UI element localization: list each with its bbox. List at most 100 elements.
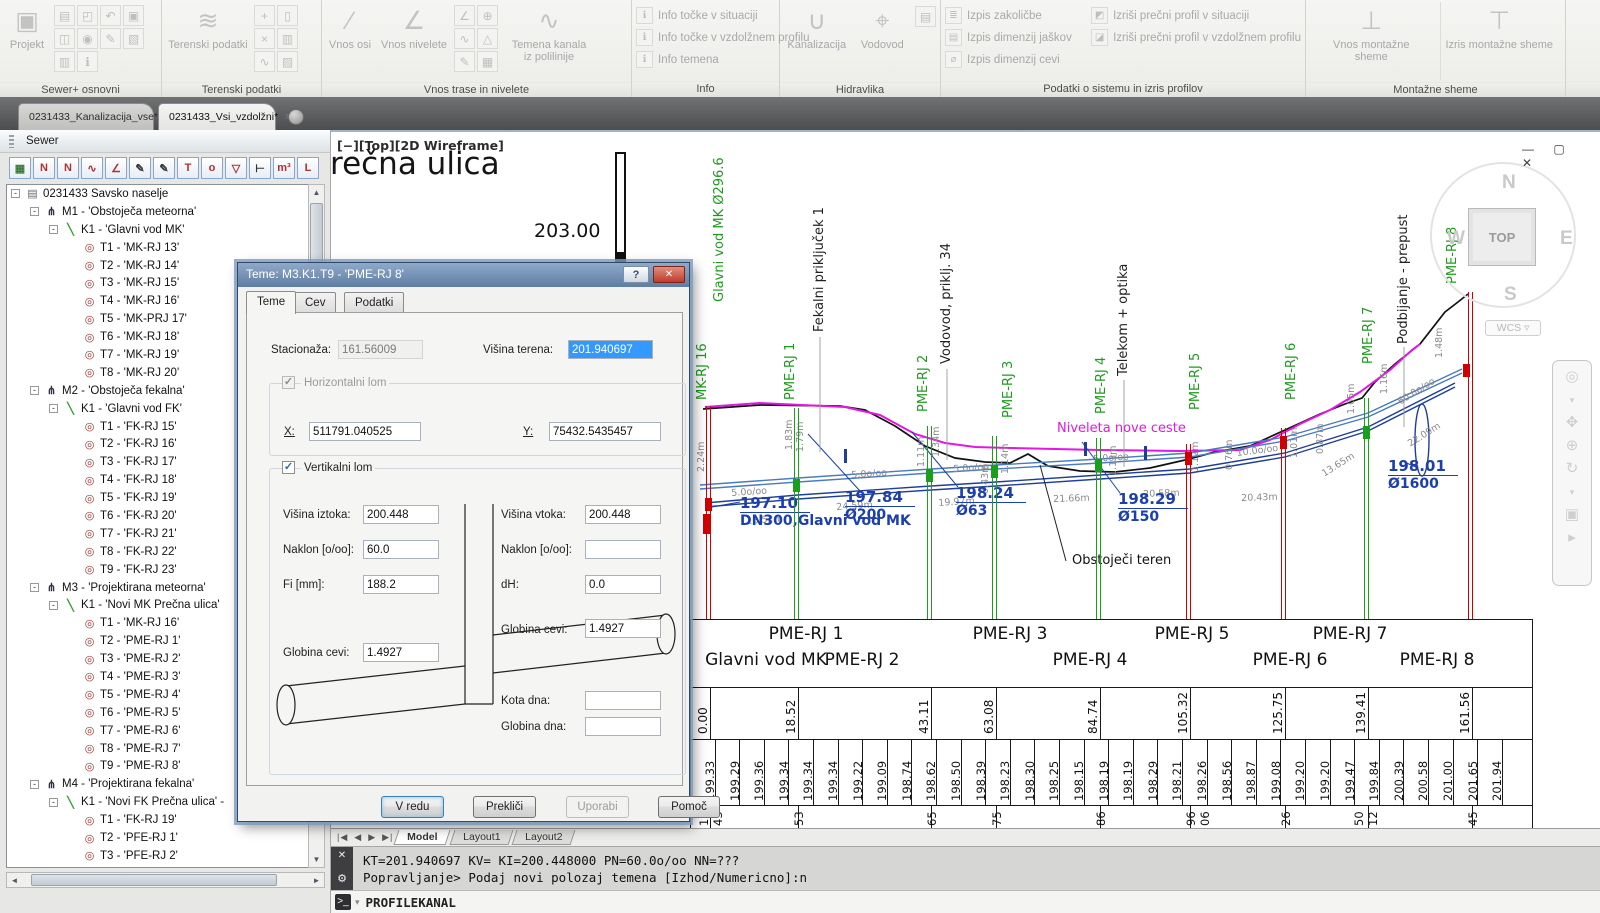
- scroll-left-icon[interactable]: ◄: [7, 873, 22, 888]
- palette-ruler-icon[interactable]: ⊢: [249, 157, 271, 179]
- steering-wheel-icon[interactable]: ◎: [1565, 369, 1578, 385]
- report-icon[interactable]: ▥: [54, 51, 75, 72]
- horizontalni-lom-checkbox[interactable]: ✓: [282, 376, 295, 389]
- orbit-icon[interactable]: ↻: [1566, 461, 1579, 477]
- tree-expand-box[interactable]: -: [49, 225, 58, 234]
- dialog-close-button[interactable]: ✕: [653, 266, 685, 283]
- viewcube-top-face[interactable]: TOP: [1468, 208, 1536, 266]
- axis-point-icon[interactable]: ⊕: [477, 5, 498, 26]
- doc-tab-kanalizacija[interactable]: 0231433_Kanalizacija_vse*: [18, 103, 154, 130]
- tree-item[interactable]: ◎ T1 - 'MK-RJ 13': [7, 239, 308, 257]
- new-tab-button[interactable]: [288, 109, 304, 125]
- layout-nav-icon[interactable]: ▶|: [382, 832, 393, 843]
- viewcube-north[interactable]: N: [1502, 172, 1516, 194]
- command-tools-icon[interactable]: ⚙: [331, 871, 353, 887]
- nav-expand-icon[interactable]: ▾: [1570, 392, 1575, 408]
- viewcube-south[interactable]: S: [1504, 284, 1517, 306]
- scroll-thumb-h[interactable]: [31, 874, 277, 886]
- terrain-table-icon[interactable]: ▥: [277, 28, 298, 49]
- globina-cevi-iztok-field[interactable]: [363, 643, 439, 662]
- palette-slope-icon[interactable]: o: [201, 157, 223, 179]
- license-icon[interactable]: ◉: [77, 28, 98, 49]
- palette-terrain-point-icon[interactable]: T: [177, 157, 199, 179]
- edit-axis-icon[interactable]: ∠: [454, 5, 475, 26]
- palette-grip[interactable]: [9, 135, 14, 148]
- polyline-icon[interactable]: ∿: [454, 28, 475, 49]
- level-point-icon[interactable]: △: [477, 28, 498, 49]
- zoom-icon[interactable]: ⊕: [1566, 438, 1579, 454]
- dialog-help-button[interactable]: ?: [623, 266, 649, 283]
- y-field[interactable]: [549, 422, 661, 441]
- layout-nav-icon[interactable]: ▶: [368, 832, 376, 843]
- tree-expand-box[interactable]: -: [11, 189, 20, 198]
- izpis-dimenzij-jaskov[interactable]: ▤Izpis dimenzij jaškov: [945, 27, 1087, 48]
- viewcube-west[interactable]: W: [1447, 228, 1465, 250]
- projekt-button[interactable]: ▣ Projekt: [4, 2, 50, 80]
- tab-layout2[interactable]: Layout2: [512, 830, 576, 845]
- terenski-podatki-button[interactable]: ≋ Terenski podatki: [166, 2, 250, 80]
- pan-icon[interactable]: ✥: [1566, 415, 1579, 431]
- tree-expand-box[interactable]: -: [49, 601, 58, 610]
- doc-tab-vsi-vzdolzni[interactable]: 0231433_Vsi_vzdolžni*✕: [158, 103, 276, 130]
- tree-expand-box[interactable]: -: [30, 207, 39, 216]
- layout-nav-icon[interactable]: |◀: [337, 832, 348, 843]
- vnos-osi-button[interactable]: ∕ Vnos osi: [326, 2, 374, 80]
- x-field[interactable]: [309, 422, 421, 441]
- viewport-window-controls[interactable]: — ▢ ✕: [1522, 142, 1600, 170]
- tree-expand-box[interactable]: -: [49, 798, 58, 807]
- showmotion-icon[interactable]: ▣: [1565, 507, 1579, 523]
- scroll-down-icon[interactable]: ▼: [309, 852, 324, 867]
- temena-kanala-button[interactable]: ∿ Temena kanala iz polilinije: [502, 2, 596, 80]
- izris-montazne-sheme-button[interactable]: ⊤ Izris montažne sheme: [1440, 2, 1558, 80]
- command-input-text[interactable]: PROFILEKANAL: [366, 895, 456, 910]
- tree-expand-box[interactable]: -: [30, 583, 39, 592]
- command-close-icon[interactable]: ✕: [331, 849, 353, 863]
- wcs-dropdown[interactable]: WCS ▿: [1485, 320, 1541, 336]
- tab-layout1[interactable]: Layout1: [449, 830, 513, 845]
- vnos-nivelete-button[interactable]: ∠ Vnos nivelete: [378, 2, 450, 80]
- izpis-zakolicbe[interactable]: ≣Izpis zakoličbe: [945, 5, 1087, 26]
- palette-manhole-icon[interactable]: ▽: [225, 157, 247, 179]
- tab-model[interactable]: Model: [394, 830, 451, 845]
- new-drawing-icon[interactable]: ▤: [54, 5, 75, 26]
- izrisi-precni-profil-v-vzdolznem-profilu[interactable]: ◪Izriši prečni profil v vzdolžnem profil…: [1091, 27, 1301, 48]
- palette-node-line-icon[interactable]: N: [57, 157, 79, 179]
- save-project-icon[interactable]: ◫: [54, 28, 75, 49]
- vertikalni-lom-checkbox[interactable]: ✓: [282, 461, 295, 474]
- tab-podatki-teme-objekt[interactable]: Podatki teme objekt: [344, 292, 404, 313]
- terrain-line-icon[interactable]: ∿: [254, 51, 275, 72]
- command-dropdown-icon[interactable]: ▾: [355, 897, 360, 908]
- terrain-grid-icon[interactable]: ▨: [277, 51, 298, 72]
- command-input-row[interactable]: >_ ▾ PROFILEKANAL: [331, 890, 1600, 913]
- tab-cev[interactable]: Cev: [294, 292, 336, 313]
- tree-item[interactable]: ◎ T3 - 'PFE-RJ 2': [7, 847, 308, 865]
- ok-button[interactable]: V redu: [381, 796, 444, 818]
- edit-level-icon[interactable]: ✎: [454, 51, 475, 72]
- nav-expand2-icon[interactable]: ▾: [1570, 484, 1575, 500]
- palette-volume-icon[interactable]: m³: [273, 157, 295, 179]
- tree-horizontal-scrollbar[interactable]: ◄ ►: [6, 872, 325, 888]
- izrisi-precni-profil-v-situaciji[interactable]: ◩Izriši prečni profil v situaciji: [1091, 5, 1301, 26]
- tree-item[interactable]: - ╲ K1 - 'Glavni vod MK': [7, 221, 308, 239]
- palette-title[interactable]: Sewer: [0, 130, 330, 153]
- palette-node-table-icon[interactable]: N: [33, 157, 55, 179]
- edit-project-icon[interactable]: ✎: [100, 28, 121, 49]
- tree-expand-box[interactable]: -: [49, 404, 58, 413]
- palette-profile-icon[interactable]: ∠: [105, 157, 127, 179]
- add-terrain-point-icon[interactable]: +: [254, 5, 275, 26]
- viewcube-east[interactable]: E: [1560, 228, 1573, 250]
- palette-edit-route-icon[interactable]: ✎: [129, 157, 151, 179]
- about-icon[interactable]: ℹ: [77, 51, 98, 72]
- fi-field[interactable]: [363, 575, 439, 594]
- undo-icon[interactable]: ↶: [100, 5, 121, 26]
- scroll-up-icon[interactable]: ▲: [309, 185, 324, 200]
- help-button[interactable]: Pomoč: [658, 796, 720, 818]
- visina-iztoka-field[interactable]: [363, 505, 439, 524]
- scroll-thumb[interactable]: [310, 203, 323, 263]
- catalog-icon[interactable]: ▧: [123, 28, 144, 49]
- dialog-title[interactable]: Teme: M3.K1.T9 - 'PME-RJ 8': [238, 263, 689, 287]
- tree-item[interactable]: - ▤ 0231433 Savsko naselje: [7, 185, 308, 203]
- dh-field[interactable]: [585, 575, 661, 594]
- scroll-right-icon[interactable]: ►: [309, 873, 324, 888]
- izpis-dimenzij-cevi[interactable]: ⌀Izpis dimenzij cevi: [945, 49, 1087, 70]
